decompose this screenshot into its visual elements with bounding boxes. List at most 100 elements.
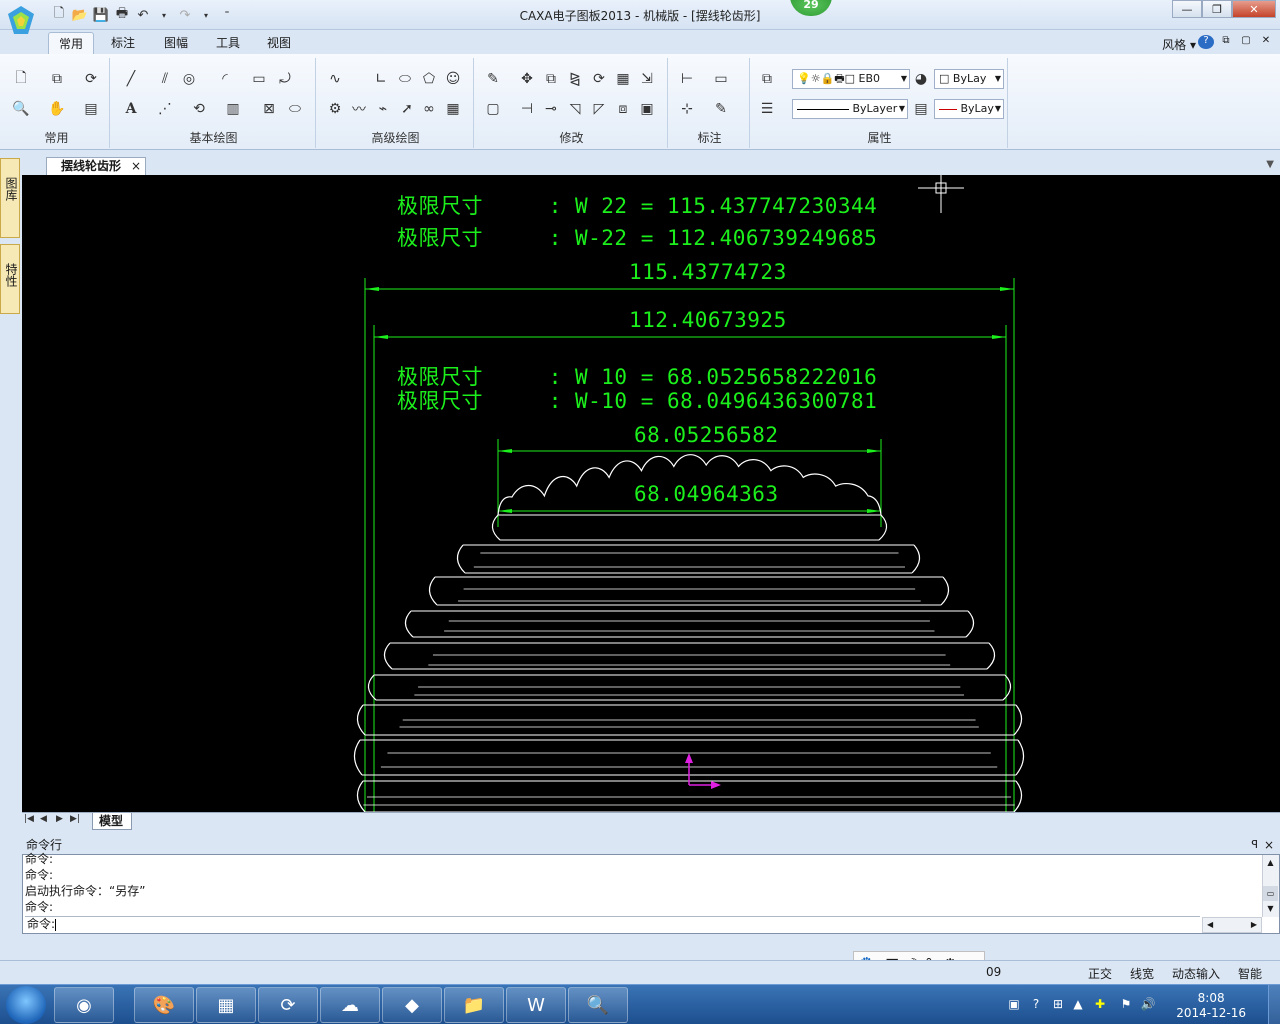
chamfer-icon[interactable]: ◸ — [588, 98, 610, 120]
dim-edit-icon[interactable]: ✎ — [710, 98, 732, 120]
first-layout-icon[interactable]: |◀ — [24, 814, 34, 824]
scroll-up-icon[interactable]: ▲ — [1263, 855, 1278, 870]
tab-common[interactable]: 常用 — [48, 32, 95, 54]
taskbar-app-folder-icon[interactable]: 📁 — [444, 987, 504, 1023]
taskbar-app-caxa-icon[interactable]: ◆ — [382, 987, 442, 1023]
document-list-chevron-icon[interactable]: ▼ — [1266, 159, 1274, 170]
tray-network-icon[interactable]: ⊞ — [1050, 997, 1066, 1013]
ellipse-icon[interactable]: ⬭ — [394, 68, 416, 90]
zoom-icon[interactable]: 🔍 — [10, 98, 32, 120]
dim-value-w10[interactable]: 68.05256582 — [634, 425, 779, 446]
tray-flag-icon[interactable]: ⚑ — [1118, 997, 1134, 1013]
drawing-canvas[interactable]: 极限尺寸 : W 22 = 115.437747230344 极限尺寸 : W-… — [22, 175, 1280, 812]
linetype-combo[interactable]: ByLayer ▼ — [792, 99, 908, 119]
arc-icon[interactable]: ◜ — [214, 68, 236, 90]
text-icon[interactable]: A — [120, 98, 142, 120]
lineweight-toggle[interactable]: 线宽 — [1130, 965, 1154, 982]
centerline-icon[interactable]: ⋰ — [154, 98, 176, 120]
rectangle-icon[interactable]: ▭ — [248, 68, 270, 90]
limit-text-w-22[interactable]: 极限尺寸 : W-22 = 112.406739249685 — [397, 228, 877, 249]
show-desktop-button[interactable] — [1268, 985, 1280, 1024]
table-icon[interactable]: ▦ — [442, 98, 464, 120]
linestyle-icon[interactable]: ▤ — [910, 98, 932, 120]
taskbar-clock[interactable]: 8:08 2014-12-16 — [1176, 991, 1246, 1021]
line-icon[interactable]: ╱ — [120, 68, 142, 90]
pin-icon[interactable]: ꟼ — [1251, 836, 1258, 854]
linear-dim-icon[interactable]: ⊢ — [676, 68, 698, 90]
maximize-button[interactable]: ❐ — [1202, 0, 1232, 18]
layer-combo[interactable]: 💡☼🔒🖶□ EB0 ▼ — [792, 69, 910, 89]
arrow-icon[interactable]: ➚ — [396, 98, 418, 120]
lineweight-combo[interactable]: ByLay ▼ — [934, 99, 1004, 119]
lineweight-icon[interactable]: ☰ — [756, 98, 778, 120]
command-close-icon[interactable]: × — [1264, 836, 1274, 854]
pan-icon[interactable]: ✋ — [46, 98, 68, 120]
trim-icon[interactable]: ▢ — [482, 98, 504, 120]
layer-manager-icon[interactable]: ▤ — [80, 98, 102, 120]
taskbar-app-calculator-icon[interactable]: ▦ — [196, 987, 256, 1023]
document-tab[interactable]: 摆线轮齿形 × — [46, 157, 147, 175]
copy-icon[interactable]: ⧉ — [540, 68, 562, 90]
break-icon[interactable]: ⊸ — [540, 98, 562, 120]
scroll-down-icon[interactable]: ▼ — [1263, 901, 1278, 916]
side-panel-library[interactable]: 图库 — [0, 158, 20, 238]
scroll-track[interactable] — [1263, 870, 1278, 886]
coordinate-dim-icon[interactable]: ⊹ — [676, 98, 698, 120]
taskbar-app-refresh-icon[interactable]: ⟳ — [258, 987, 318, 1023]
limit-text-w-10[interactable]: 极限尺寸 : W-10 = 68.0496436300781 — [397, 391, 877, 412]
polyline-icon[interactable]: ⤾ — [274, 68, 296, 90]
parallel-line-icon[interactable]: ⫽ — [154, 68, 176, 90]
last-layout-icon[interactable]: ▶| — [70, 814, 80, 824]
stretch-icon[interactable]: ⇲ — [636, 68, 658, 90]
dim-value-w-22[interactable]: 112.40673925 — [629, 310, 787, 331]
hatch-icon[interactable]: ▥ — [222, 98, 244, 120]
new-icon[interactable]: 🗋 — [10, 68, 32, 90]
command-vertical-scrollbar[interactable]: ▲ ▭ ▼ — [1262, 855, 1279, 917]
angle-line-icon[interactable]: ∟ — [370, 68, 392, 90]
model-tab[interactable]: 模型 — [92, 813, 133, 830]
tray-update-icon[interactable]: ✚ — [1092, 997, 1108, 1013]
style-menu[interactable]: 风格 ▾ — [1162, 36, 1196, 53]
side-panel-properties[interactable]: 特性 — [0, 244, 20, 314]
refresh-icon[interactable]: ⟳ — [80, 68, 102, 90]
offset-icon[interactable]: ⟲ — [188, 98, 210, 120]
smart-snap-toggle[interactable]: 智能 — [1238, 965, 1262, 982]
maximize-doc-icon[interactable]: ▢ — [1238, 35, 1254, 49]
hole-icon[interactable]: ∞ — [418, 98, 440, 120]
taskbar-app-paint-icon[interactable]: 🎨 — [134, 987, 194, 1023]
gear-draw-icon[interactable]: ⚙ — [324, 98, 346, 120]
layer-icon[interactable]: ⧉ — [756, 68, 778, 90]
ortho-toggle[interactable]: 正交 — [1088, 965, 1112, 982]
tab-sheet[interactable]: 图幅 — [154, 32, 198, 54]
circle-icon[interactable]: ◎ — [178, 68, 200, 90]
taskbar-app-color-icon[interactable]: ◉ — [54, 987, 114, 1023]
start-button[interactable] — [6, 986, 46, 1024]
explode-icon[interactable]: ▣ — [636, 98, 658, 120]
next-layout-icon[interactable]: ▶ — [56, 814, 63, 824]
mirror-icon[interactable]: ⧎ — [564, 68, 586, 90]
document-tab-close-icon[interactable]: × — [131, 158, 141, 175]
restore-doc-icon[interactable]: ⧉ — [1218, 35, 1234, 49]
wave-icon[interactable]: 〰 — [348, 98, 370, 120]
color-wheel-icon[interactable]: ◕ — [910, 68, 932, 90]
extend-icon[interactable]: ⊣ — [516, 98, 538, 120]
tray-volume-icon[interactable]: 🔊 — [1140, 997, 1156, 1013]
copy-properties-icon[interactable]: ⧉ — [46, 68, 68, 90]
taskbar-app-word-icon[interactable]: W — [506, 987, 566, 1023]
command-input[interactable]: 命令: — [25, 916, 1200, 932]
tab-view[interactable]: 视图 — [257, 32, 301, 54]
scroll-left-icon[interactable]: ◀ — [1207, 920, 1213, 929]
erase-icon[interactable]: ✎ — [482, 68, 504, 90]
fillet-icon[interactable]: ◹ — [564, 98, 586, 120]
tab-annotation[interactable]: 标注 — [101, 32, 145, 54]
dim-value-w22[interactable]: 115.43774723 — [629, 262, 787, 283]
tray-app-icon[interactable]: ▣ — [1006, 997, 1022, 1013]
close-button[interactable]: ✕ — [1232, 0, 1276, 18]
dim-value-w-10[interactable]: 68.04964363 — [634, 484, 779, 505]
command-horizontal-scrollbar[interactable]: ◀ ▶ — [1202, 917, 1262, 933]
spline-icon[interactable]: ∿ — [324, 68, 346, 90]
limit-text-w10[interactable]: 极限尺寸 : W 10 = 68.0525658222016 — [397, 367, 877, 388]
rotate-icon[interactable]: ⟳ — [588, 68, 610, 90]
help-icon[interactable]: ? — [1198, 35, 1214, 49]
limit-text-w22[interactable]: 极限尺寸 : W 22 = 115.437747230344 — [397, 196, 877, 217]
